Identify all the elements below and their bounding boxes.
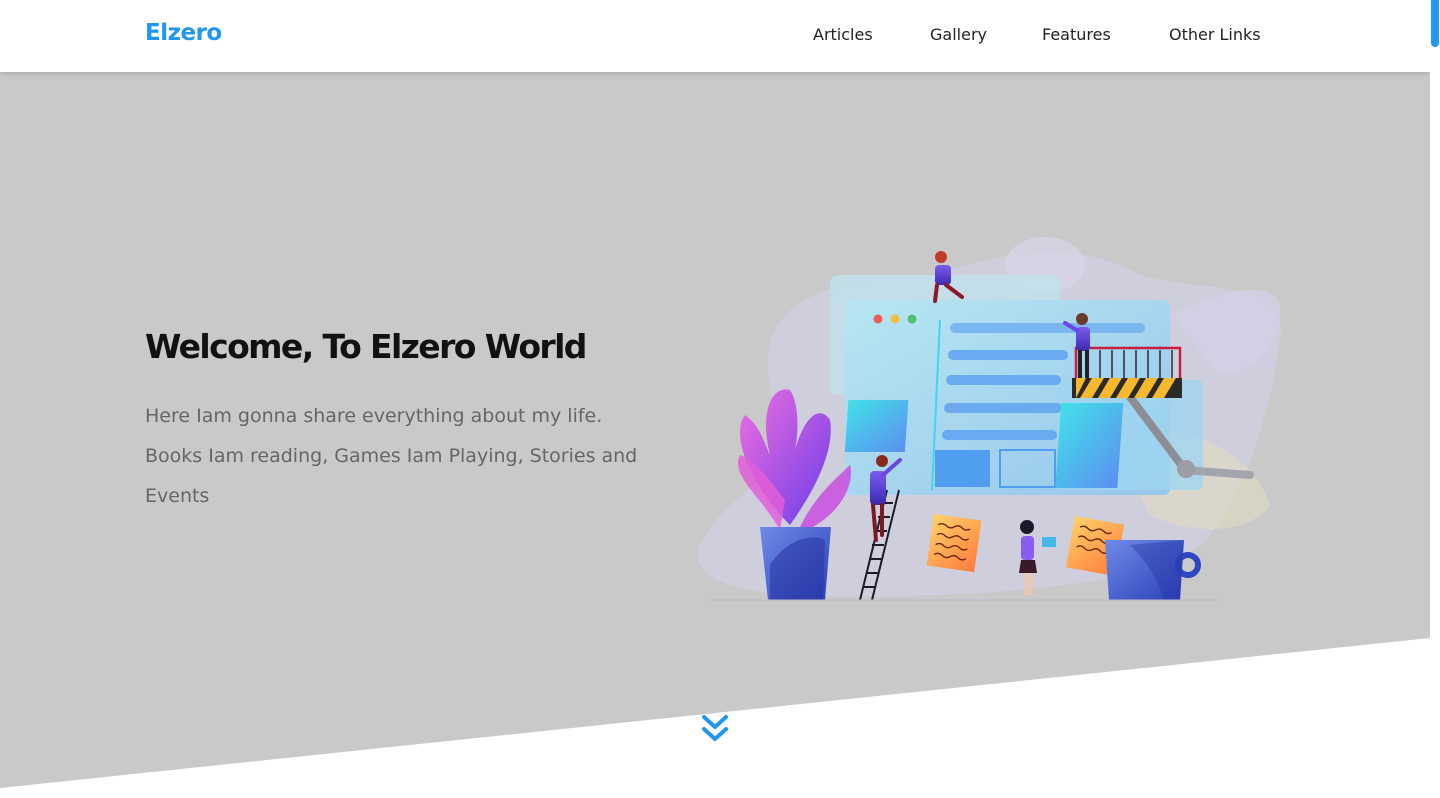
nav-other-links[interactable]: Other Links (1169, 25, 1261, 44)
nav-gallery[interactable]: Gallery (930, 25, 987, 44)
nav-articles[interactable]: Articles (813, 25, 873, 44)
hero-title: Welcome, To Elzero World (145, 327, 587, 366)
site-logo[interactable]: Elzero (145, 20, 222, 46)
double-chevron-down-icon[interactable] (699, 712, 731, 748)
site-header: Elzero Articles Gallery Features Other L… (0, 0, 1430, 72)
scrollbar-thumb[interactable] (1431, 0, 1439, 47)
page-scrollbar[interactable] (1430, 0, 1440, 798)
nav-features[interactable]: Features (1042, 25, 1111, 44)
hero-description: Here Iam gonna share everything about my… (145, 405, 638, 507)
team-building-website-illustration (697, 237, 1281, 601)
